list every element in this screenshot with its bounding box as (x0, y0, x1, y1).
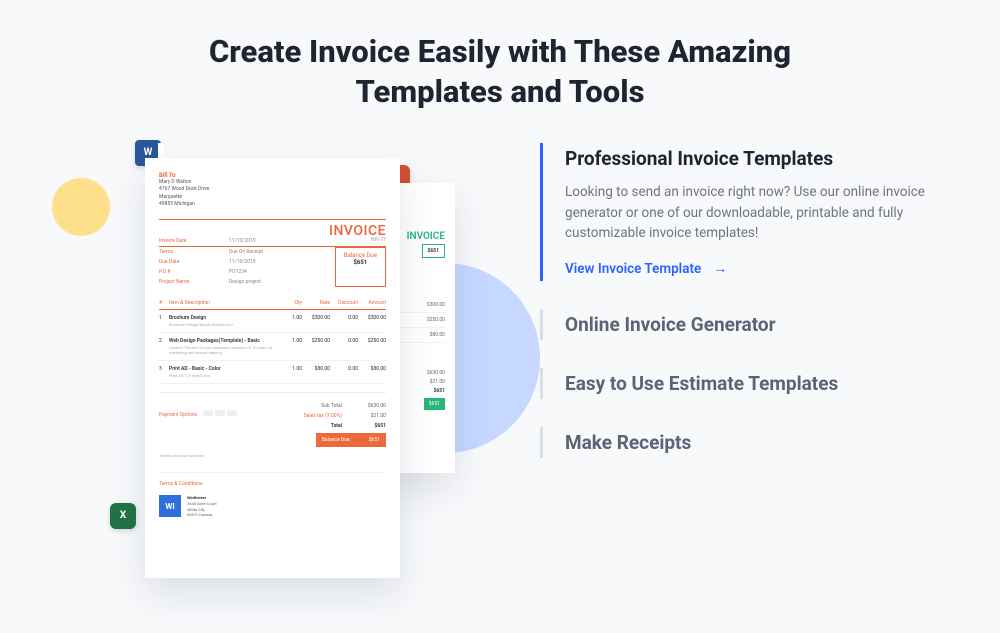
payment-options-label: Payment Options (159, 412, 197, 418)
bill-to-address: Mary D Walton 4767 Wood Duck Drive Marqu… (159, 179, 386, 209)
balance-due-box: $651 (422, 244, 445, 258)
feature-item-estimates[interactable]: Easy to Use Estimate Templates (540, 368, 940, 399)
balance-due-box: Balance Due $651 (335, 247, 386, 287)
balance-due-button: Balance Due:$651 (276, 433, 386, 447)
hero-title: Create Invoice Easily with These Amazing… (170, 0, 830, 113)
line-item: 3 Print AD - Basic - ColorPrint AD 1/8 s… (159, 361, 386, 384)
decoration-circle-yellow (52, 178, 110, 236)
view-template-link[interactable]: View Invoice Template → (565, 260, 940, 277)
company-footer: WI Wintheiser 3448 Dove Court White City… (159, 495, 386, 517)
feature-item-receipts[interactable]: Make Receipts (540, 427, 940, 458)
feature-title: Online Invoice Generator (565, 313, 940, 336)
bill-to-label: Bill To (159, 172, 386, 179)
line-items-header: # Item & Description Qty Rate Discount A… (159, 295, 386, 310)
thanks-note: Thanks for your business. (159, 453, 386, 458)
excel-icon: X (110, 503, 136, 529)
line-item: 2 Web Design Packages(Template) - BasicC… (159, 333, 386, 361)
company-logo: WI (159, 495, 181, 517)
feature-title: Make Receipts (565, 431, 940, 454)
invoice-preview-primary: Bill To Mary D Walton 4767 Wood Duck Dri… (145, 158, 400, 578)
line-item: 1 Brochure DesignBrochure Design/Single … (159, 310, 386, 333)
arrow-right-icon: → (713, 260, 727, 277)
feature-title: Easy to Use Estimate Templates (565, 372, 940, 395)
feature-item-templates[interactable]: Professional Invoice Templates Looking t… (540, 143, 940, 282)
feature-description: Looking to send an invoice right now? Us… (565, 182, 940, 245)
feature-title: Professional Invoice Templates (565, 147, 940, 170)
payment-method-icons (201, 401, 237, 420)
feature-list: Professional Invoice Templates Looking t… (540, 143, 940, 487)
terms-label: Terms & Conditions (159, 472, 386, 487)
hero-stage: W P X INVOICE $651 $300.00 $250.00 $80.0… (0, 113, 1000, 633)
feature-item-generator[interactable]: Online Invoice Generator (540, 309, 940, 340)
balance-due-button: $651 (424, 398, 445, 410)
